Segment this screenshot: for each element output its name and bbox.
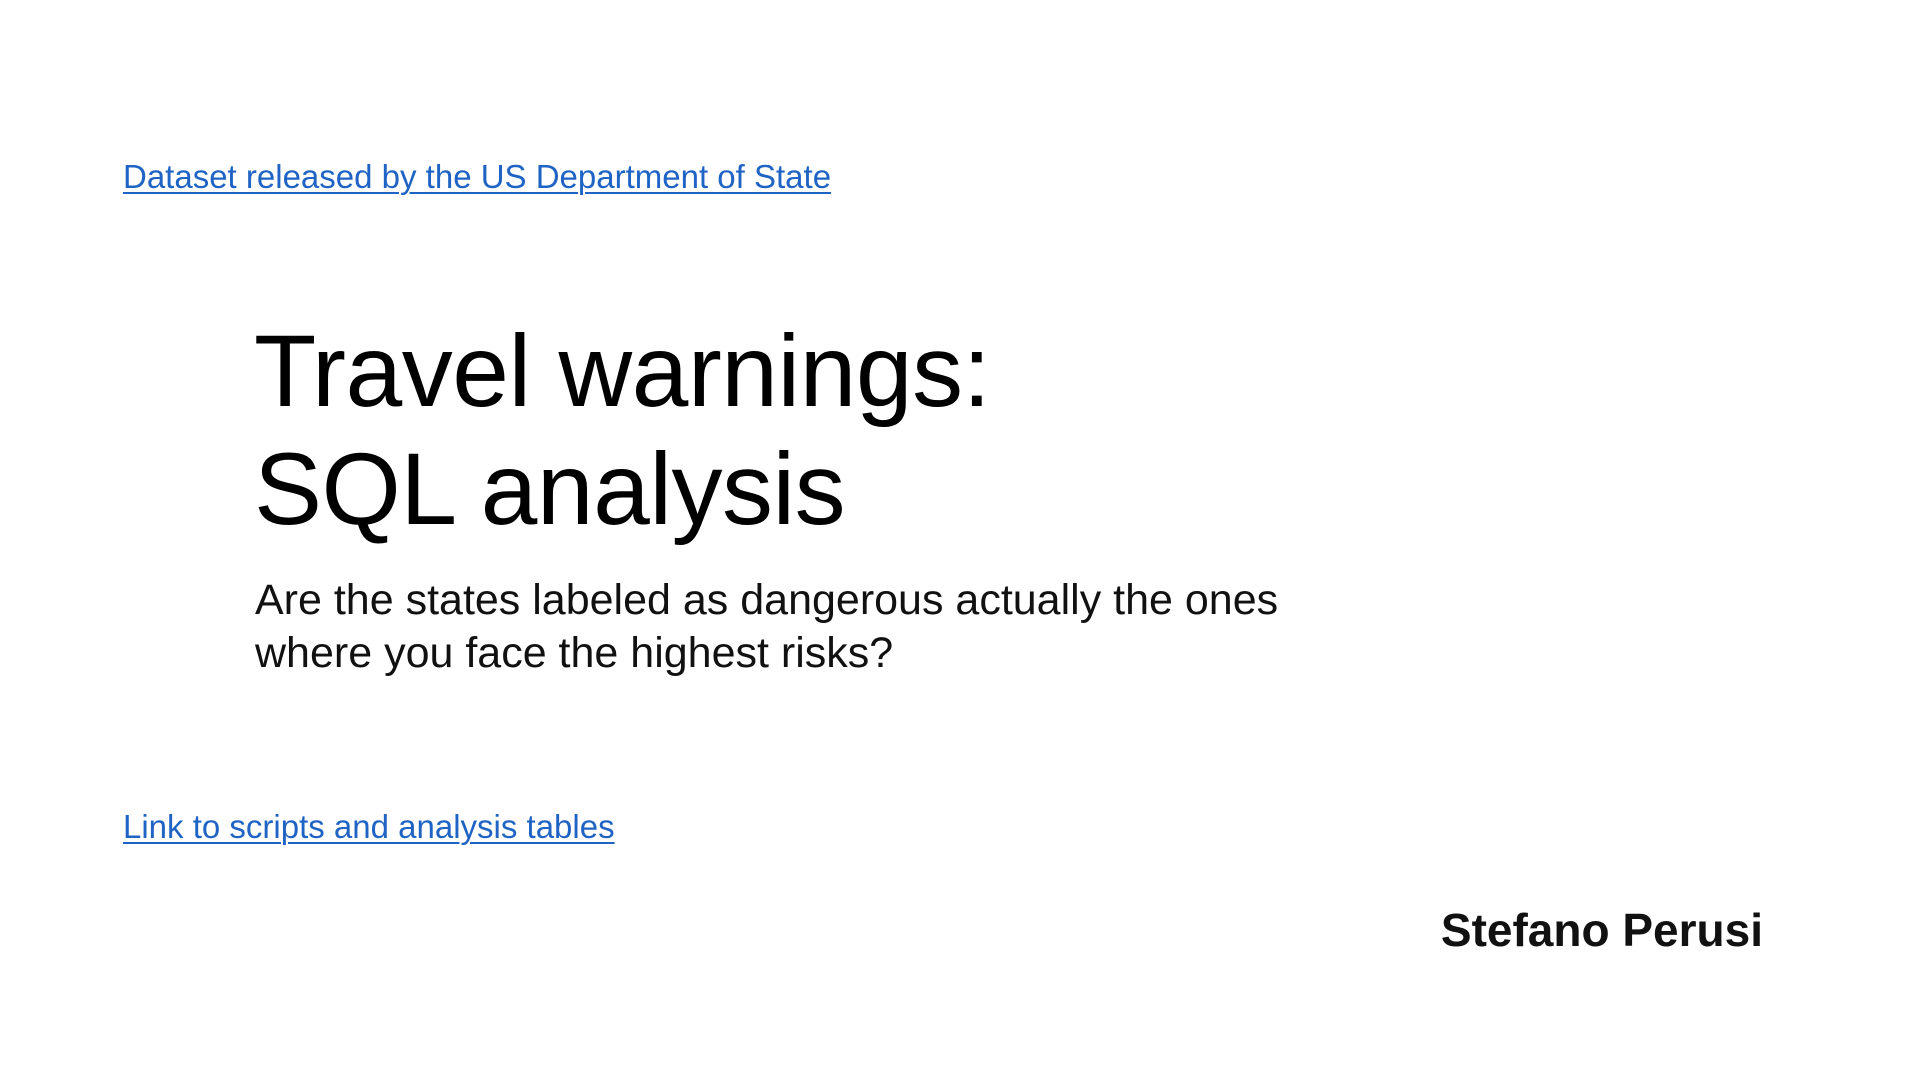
subtitle-line-2: where you face the highest risks? xyxy=(255,629,894,677)
slide-subtitle: Are the states labeled as dangerous actu… xyxy=(255,574,1278,680)
title-line-1: Travel warnings: xyxy=(254,314,991,428)
subtitle-line-1: Are the states labeled as dangerous actu… xyxy=(255,576,1279,624)
slide-title: Travel warnings: SQL analysis xyxy=(254,312,991,548)
title-line-2: SQL analysis xyxy=(254,432,846,546)
dataset-link[interactable]: Dataset released by the US Department of… xyxy=(123,157,831,197)
scripts-link[interactable]: Link to scripts and analysis tables xyxy=(123,807,615,847)
author-name: Stefano Perusi xyxy=(1440,904,1763,956)
slide-canvas: Dataset released by the US Department of… xyxy=(0,0,1918,1078)
